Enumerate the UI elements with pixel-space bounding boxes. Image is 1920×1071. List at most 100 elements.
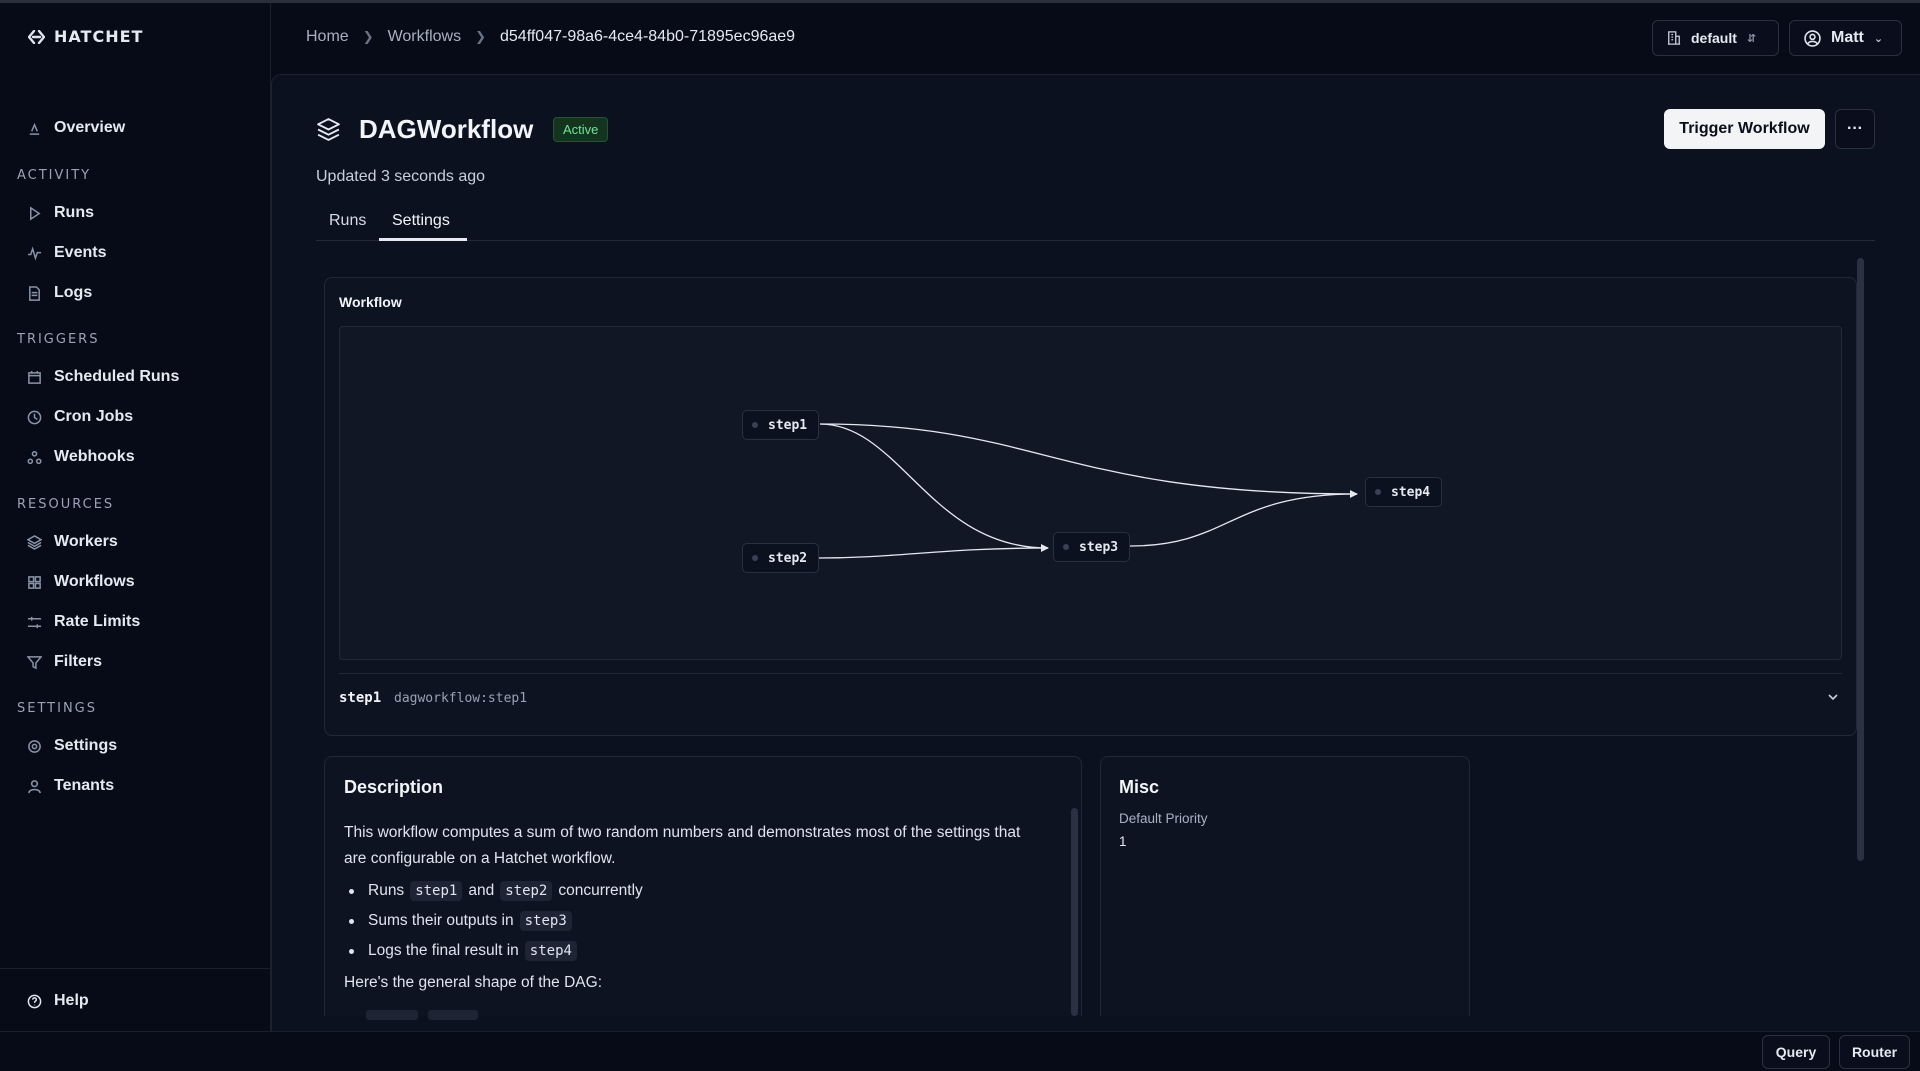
default-priority-value: 1 bbox=[1119, 834, 1127, 849]
chevron-down-icon[interactable] bbox=[1826, 690, 1840, 709]
description-list: Runs step1 and step2 concurrently Sums t… bbox=[349, 876, 643, 966]
sidebar-item-label: Rate Limits bbox=[54, 613, 141, 630]
sidebar: HATCHET bbox=[0, 3, 271, 1031]
tab-settings[interactable]: Settings bbox=[392, 212, 450, 230]
bullet bbox=[349, 918, 354, 924]
default-priority-label: Default Priority bbox=[1119, 811, 1208, 826]
description-title: Description bbox=[344, 777, 444, 797]
breadcrumb-home[interactable]: Home bbox=[306, 28, 349, 46]
tenant-name: default bbox=[1691, 30, 1737, 46]
building-icon bbox=[1667, 31, 1681, 45]
description-scrollbar[interactable] bbox=[1071, 808, 1078, 1016]
tenant-switcher[interactable]: default ⇵ bbox=[1652, 20, 1779, 56]
node-label: step4 bbox=[1391, 484, 1431, 500]
workflow-card-title: Workflow bbox=[339, 294, 402, 310]
user-circle-icon bbox=[1804, 29, 1821, 47]
sidebar-item-workers[interactable]: Workers bbox=[27, 527, 118, 557]
sidebar-item-scheduled-runs[interactable]: Scheduled Runs bbox=[27, 362, 179, 392]
selected-step-name[interactable]: step1 bbox=[339, 690, 381, 706]
tab-bar: Runs Settings bbox=[316, 208, 1875, 241]
section-triggers: TRIGGERS bbox=[17, 332, 100, 347]
list-item: Runs step1 and step2 concurrently bbox=[349, 876, 643, 906]
user-name: Matt bbox=[1831, 29, 1864, 46]
node-label: step1 bbox=[768, 417, 808, 433]
users-icon bbox=[28, 779, 41, 793]
sidebar-item-label: Scheduled Runs bbox=[54, 368, 180, 385]
misc-title: Misc bbox=[1119, 777, 1160, 797]
play-icon bbox=[30, 205, 41, 221]
sidebar-item-label: Settings bbox=[54, 737, 118, 754]
main-scrollbar[interactable] bbox=[1857, 258, 1864, 861]
chevron-right-icon: ❯ bbox=[475, 29, 486, 44]
workflow-card-divider bbox=[339, 673, 1842, 674]
query-button[interactable]: Query bbox=[1762, 1035, 1830, 1069]
sidebar-item-label: Runs bbox=[54, 204, 94, 221]
sidebar-item-tenants[interactable]: Tenants bbox=[27, 771, 114, 801]
chevron-right-icon: ❯ bbox=[362, 29, 374, 44]
logo[interactable]: HATCHET bbox=[28, 27, 143, 46]
status-badge: Active bbox=[553, 117, 609, 142]
dag-node-step2[interactable]: step2 bbox=[742, 543, 820, 573]
sidebar-item-runs[interactable]: Runs bbox=[27, 198, 94, 228]
sidebar-item-label: Cron Jobs bbox=[54, 408, 134, 425]
sidebar-item-label: Overview bbox=[54, 119, 126, 136]
overview-icon bbox=[29, 122, 40, 135]
tab-runs[interactable]: Runs bbox=[329, 212, 366, 230]
chevron-down-icon: ⌄ bbox=[1873, 32, 1884, 45]
node-label: step3 bbox=[1079, 539, 1119, 555]
inline-code: step2 bbox=[500, 881, 553, 901]
sidebar-item-cron-jobs[interactable]: Cron Jobs bbox=[27, 402, 133, 432]
description-dag-shape-label: Here's the general shape of the DAG: bbox=[344, 974, 602, 991]
sidebar-item-label: Logs bbox=[54, 284, 93, 301]
breadcrumb: Home ❯ Workflows ❯ d54ff047-98a6-4ce4-84… bbox=[306, 28, 795, 46]
sidebar-item-filters[interactable]: Filters bbox=[27, 647, 102, 677]
sidebar-item-label: Help bbox=[54, 992, 89, 1009]
sidebar-item-overview[interactable]: Overview bbox=[27, 113, 125, 143]
dag-node-step4[interactable]: step4 bbox=[1365, 477, 1443, 507]
page-title: DAGWorkflow bbox=[359, 114, 534, 144]
selected-step-id: dagworkflow:step1 bbox=[394, 691, 528, 706]
sidebar-item-settings[interactable]: Settings bbox=[27, 731, 117, 761]
dag-node-step3[interactable]: step3 bbox=[1053, 532, 1131, 562]
sidebar-item-logs[interactable]: Logs bbox=[27, 278, 92, 308]
brand-name: HATCHET bbox=[54, 27, 144, 46]
filter-icon bbox=[27, 655, 42, 669]
sidebar-item-label: Webhooks bbox=[54, 448, 135, 465]
inline-code: step3 bbox=[519, 911, 572, 931]
sidebar-item-label: Workflows bbox=[54, 573, 135, 590]
calendar-icon bbox=[28, 370, 41, 384]
more-options-button[interactable]: ··· bbox=[1835, 109, 1875, 149]
sidebar-item-label: Events bbox=[54, 244, 107, 261]
sidebar-item-label: Workers bbox=[54, 533, 118, 550]
section-settings: SETTINGS bbox=[17, 701, 98, 716]
user-menu[interactable]: Matt ⌄ bbox=[1789, 20, 1902, 56]
dag-graph[interactable] bbox=[339, 326, 1842, 660]
sidebar-item-label: Tenants bbox=[54, 777, 115, 794]
activity-icon bbox=[27, 245, 42, 261]
file-text-icon bbox=[29, 285, 40, 301]
trigger-workflow-button[interactable]: Trigger Workflow bbox=[1664, 109, 1825, 149]
sidebar-item-workflows[interactable]: Workflows bbox=[27, 567, 135, 597]
sidebar-item-help[interactable]: Help bbox=[27, 986, 89, 1016]
list-item: Sums their outputs in step3 bbox=[349, 906, 643, 936]
inline-code: step4 bbox=[524, 941, 577, 961]
node-handle bbox=[752, 555, 758, 561]
text: and bbox=[468, 882, 495, 899]
sliders-icon bbox=[27, 616, 42, 628]
top-border bbox=[0, 0, 1920, 3]
breadcrumb-workflows[interactable]: Workflows bbox=[388, 28, 462, 46]
router-button[interactable]: Router bbox=[1839, 1035, 1910, 1069]
node-handle bbox=[752, 422, 758, 428]
help-circle-icon bbox=[27, 994, 42, 1008]
node-handle bbox=[1063, 544, 1069, 550]
sidebar-item-rate-limits[interactable]: Rate Limits bbox=[27, 607, 140, 637]
hatchet-logo-icon bbox=[28, 29, 45, 44]
code-peek bbox=[428, 1010, 478, 1020]
active-tab-indicator bbox=[379, 238, 467, 241]
sidebar-item-webhooks[interactable]: Webhooks bbox=[27, 442, 135, 472]
footer-bar bbox=[0, 1031, 1920, 1071]
sidebar-item-events[interactable]: Events bbox=[27, 238, 106, 268]
updated-timestamp: Updated 3 seconds ago bbox=[316, 168, 486, 185]
text: concurrently bbox=[558, 882, 643, 899]
dag-node-step1[interactable]: step1 bbox=[742, 410, 820, 440]
